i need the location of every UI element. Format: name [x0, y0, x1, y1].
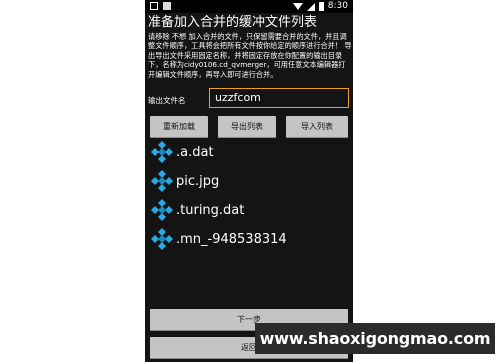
file-name: .mn_-948538314: [176, 231, 287, 247]
file-diamond-icon: [151, 141, 173, 163]
status-time: 8:30: [327, 1, 348, 11]
notification-image-icon: [163, 2, 171, 10]
export-list-button[interactable]: 导出列表: [218, 116, 276, 138]
battery-icon: [318, 2, 324, 11]
file-name: pic.jpg: [176, 173, 220, 189]
instructions-text: 请移除 不想 加入合并的文件，只保留需要合并的文件，并且调整文件顺序，工具将会把…: [148, 32, 352, 79]
list-item[interactable]: .mn_-948538314: [149, 227, 287, 251]
list-item[interactable]: pic.jpg: [149, 169, 219, 193]
phone-screen: 8:30 准备加入合并的缓冲文件列表 请移除 不想 加入合并的文件，只保留需要合…: [145, 0, 353, 362]
output-filename-input[interactable]: uzzfcom: [209, 88, 349, 108]
notification-square-icon: [150, 2, 158, 10]
file-diamond-icon: [151, 170, 173, 192]
watermark-banner: www.shaoxigongmao.com: [255, 323, 495, 354]
signal-icon: [306, 2, 315, 11]
page-title: 准备加入合并的缓冲文件列表: [148, 15, 318, 30]
file-diamond-icon: [151, 199, 173, 221]
list-item[interactable]: .turing.dat: [149, 198, 244, 222]
output-filename-label: 输出文件名: [148, 96, 186, 105]
status-bar: 8:30: [145, 0, 353, 13]
list-item[interactable]: .a.dat: [149, 140, 214, 164]
file-name: .a.dat: [176, 144, 214, 160]
file-name: .turing.dat: [176, 202, 245, 218]
import-list-button[interactable]: 导入列表: [286, 116, 348, 138]
wifi-icon: [292, 3, 303, 10]
reload-button[interactable]: 重新加载: [150, 116, 208, 138]
file-diamond-icon: [151, 228, 173, 250]
